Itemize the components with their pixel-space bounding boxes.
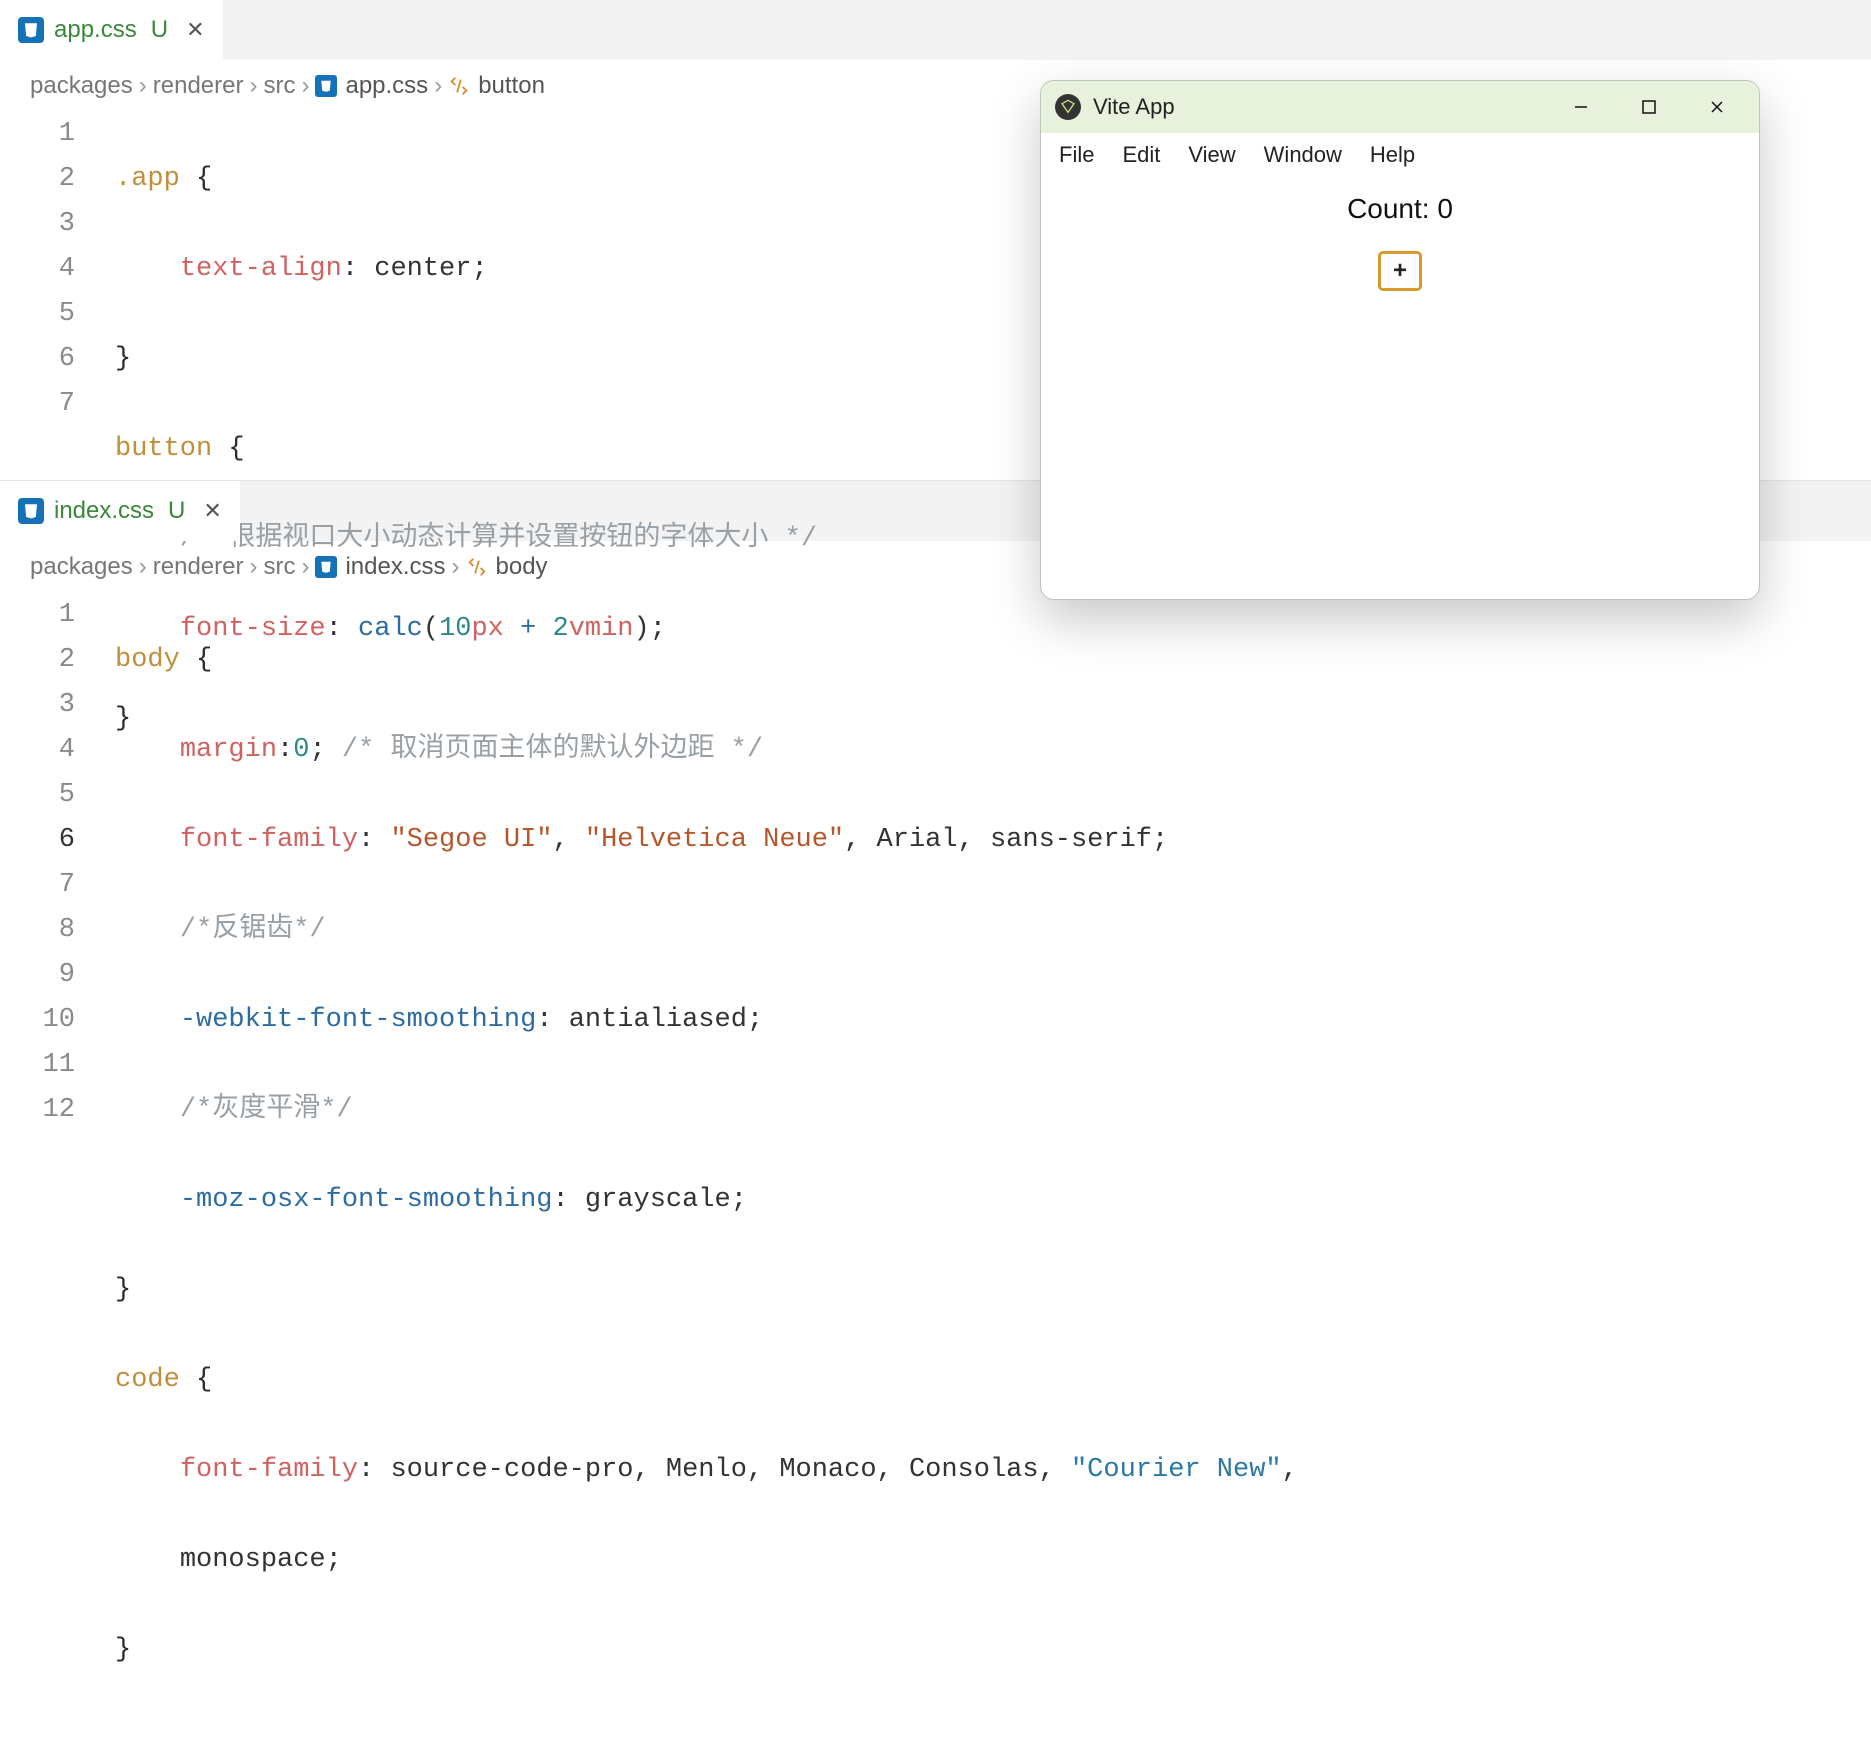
code-area[interactable]: 1 2 3 4 5 6 7 8 9 10 11 12 body { margin… [0,593,1871,1763]
menu-edit[interactable]: Edit [1122,142,1160,168]
line-gutter: 1 2 3 4 5 6 7 8 9 10 11 12 [0,593,105,1763]
line-number: 9 [0,953,75,998]
minimize-button[interactable] [1553,81,1609,133]
breadcrumb-seg[interactable]: packages [30,72,133,100]
tab-filename: app.css [54,16,137,44]
maximize-button[interactable] [1621,81,1677,133]
line-number: 4 [0,247,75,292]
menu-view[interactable]: View [1188,142,1235,168]
breadcrumb-file[interactable]: app.css [315,72,428,100]
css-file-icon [315,75,337,97]
menu-file[interactable]: File [1059,142,1094,168]
tab-bar: app.css U ✕ [0,0,1871,60]
breadcrumb-symbol[interactable]: body [466,553,548,581]
line-number: 1 [0,112,75,157]
line-number: 3 [0,683,75,728]
line-number: 6 [0,337,75,382]
app-body: Count: 0 + [1041,177,1759,599]
css-file-icon [18,17,44,43]
breadcrumb-seg[interactable]: src [263,72,295,100]
chevron-right-icon: › [249,553,257,581]
line-number: 2 [0,638,75,683]
chevron-right-icon: › [139,72,147,100]
breadcrumb-symbol[interactable]: button [448,72,545,100]
line-number: 1 [0,593,75,638]
vite-app-window[interactable]: Vite App File Edit View Window Help Coun… [1040,80,1760,600]
line-number: 4 [0,728,75,773]
css-file-icon [18,498,44,524]
count-label: Count: 0 [1347,193,1453,225]
chevron-right-icon: › [452,553,460,581]
code-source[interactable]: body { margin:0; /* 取消页面主体的默认外边距 */ font… [105,593,1871,1763]
breadcrumb-seg[interactable]: renderer [153,553,244,581]
menu-window[interactable]: Window [1264,142,1342,168]
app-icon [1055,94,1081,120]
chevron-right-icon: › [249,72,257,100]
chevron-right-icon: › [301,553,309,581]
breadcrumb-seg[interactable]: packages [30,553,133,581]
css-file-icon [315,556,337,578]
line-number: 7 [0,382,75,427]
close-icon[interactable]: ✕ [186,19,204,41]
chevron-right-icon: › [139,553,147,581]
breadcrumb-file[interactable]: index.css [315,553,445,581]
chevron-right-icon: › [434,72,442,100]
tab-app-css[interactable]: app.css U ✕ [0,0,223,60]
symbol-icon [466,556,488,578]
tab-filename: index.css [54,497,154,525]
breadcrumb-seg[interactable]: src [263,553,295,581]
menu-help[interactable]: Help [1370,142,1415,168]
line-number: 8 [0,908,75,953]
line-number: 7 [0,863,75,908]
window-title: Vite App [1093,94,1175,120]
title-bar[interactable]: Vite App [1041,81,1759,133]
breadcrumb-seg[interactable]: renderer [153,72,244,100]
line-number: 5 [0,773,75,818]
line-number: 3 [0,202,75,247]
line-number: 5 [0,292,75,337]
symbol-icon [448,75,470,97]
line-number: 6 [0,818,75,863]
close-button[interactable] [1689,81,1745,133]
line-number: 2 [0,157,75,202]
line-number: 12 [0,1088,75,1133]
close-icon[interactable]: ✕ [203,500,221,522]
git-status-badge: U [168,497,185,525]
git-status-badge: U [151,16,168,44]
tab-index-css[interactable]: index.css U ✕ [0,481,240,541]
increment-button[interactable]: + [1378,251,1422,291]
chevron-right-icon: › [301,72,309,100]
menu-bar: File Edit View Window Help [1041,133,1759,177]
line-number: 11 [0,1043,75,1088]
line-number: 10 [0,998,75,1043]
